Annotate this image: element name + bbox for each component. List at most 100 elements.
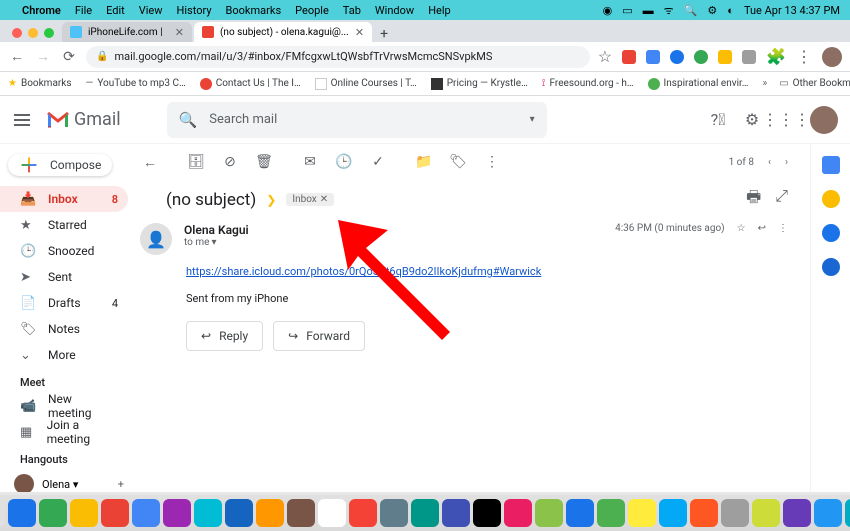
- dock-app-icon[interactable]: [845, 499, 850, 527]
- icloud-link[interactable]: https://share.icloud.com/photos/0rQoSTt6…: [186, 265, 541, 278]
- dock-app-icon[interactable]: [318, 499, 346, 527]
- prev-icon[interactable]: ‹: [768, 157, 771, 168]
- compose-button[interactable]: Compose: [8, 154, 112, 176]
- menu-history[interactable]: History: [177, 4, 212, 17]
- dock-app-icon[interactable]: [163, 499, 191, 527]
- close-window[interactable]: [12, 28, 22, 38]
- important-icon[interactable]: ❯: [266, 193, 276, 207]
- tasks-rail-icon[interactable]: [822, 224, 840, 242]
- to-line[interactable]: to me▾: [184, 237, 603, 248]
- reply-icon[interactable]: ↩: [758, 223, 766, 234]
- add-hangout-icon[interactable]: +: [118, 478, 124, 491]
- move-icon[interactable]: 📁: [416, 154, 432, 170]
- account-avatar[interactable]: [810, 106, 838, 134]
- menu-window[interactable]: Window: [375, 4, 414, 17]
- dock-app-icon[interactable]: [101, 499, 129, 527]
- rec-icon[interactable]: ◉: [603, 4, 613, 17]
- dock-app-icon[interactable]: [380, 499, 408, 527]
- ext-icon[interactable]: [622, 50, 636, 64]
- dock-app-icon[interactable]: [473, 499, 501, 527]
- next-icon[interactable]: ›: [785, 157, 788, 168]
- battery-icon[interactable]: ▬: [643, 4, 654, 17]
- dock-app-icon[interactable]: [783, 499, 811, 527]
- more-icon[interactable]: ⋮: [484, 154, 500, 170]
- menu-edit[interactable]: Edit: [106, 4, 125, 17]
- hamburger-icon[interactable]: [8, 106, 36, 134]
- dock-app-icon[interactable]: [225, 499, 253, 527]
- bm-other[interactable]: ▭Other Bookmarks: [779, 78, 850, 89]
- bm-overflow[interactable]: »: [763, 78, 768, 89]
- inbox-chip[interactable]: Inbox✕: [286, 193, 334, 206]
- dock-app-icon[interactable]: [0, 499, 5, 527]
- delete-icon[interactable]: 🗑: [256, 154, 272, 170]
- archive-icon[interactable]: 🗄: [188, 154, 204, 170]
- wifi-icon[interactable]: ᯤ: [664, 3, 674, 18]
- menu-app[interactable]: Chrome: [22, 4, 61, 17]
- back-icon[interactable]: ←: [142, 154, 158, 170]
- dock-app-icon[interactable]: [721, 499, 749, 527]
- sidebar-item-starred[interactable]: ★Starred: [0, 212, 128, 238]
- bm-inspirational[interactable]: Inspirational envir…: [648, 78, 749, 90]
- dock-app-icon[interactable]: [659, 499, 687, 527]
- dock-app-icon[interactable]: [411, 499, 439, 527]
- menu-tab[interactable]: Tab: [343, 4, 361, 17]
- spam-icon[interactable]: ⊘: [222, 154, 238, 170]
- profile-avatar[interactable]: [822, 47, 842, 67]
- menu-help[interactable]: Help: [428, 4, 451, 17]
- dock-app-icon[interactable]: [287, 499, 315, 527]
- settings-icon[interactable]: ⚙: [742, 110, 762, 130]
- close-tab-icon[interactable]: ✕: [175, 26, 184, 39]
- sidebar-item-snoozed[interactable]: 🕒Snoozed: [0, 238, 128, 264]
- dock-app-icon[interactable]: [39, 499, 67, 527]
- snooze-icon[interactable]: 🕒: [336, 154, 352, 170]
- dock-app-icon[interactable]: [690, 499, 718, 527]
- new-tab-button[interactable]: +: [374, 26, 394, 42]
- dock-app-icon[interactable]: [194, 499, 222, 527]
- star-icon[interactable]: ☆: [598, 47, 612, 66]
- url-field[interactable]: 🔒 mail.google.com/mail/u/3/#inbox/FMfcgx…: [86, 46, 590, 68]
- control-center-icon[interactable]: ⚙: [707, 4, 717, 17]
- bm-courses[interactable]: Online Courses | T…: [315, 78, 417, 90]
- reply-button[interactable]: ↩Reply: [186, 321, 263, 351]
- dock-app-icon[interactable]: [349, 499, 377, 527]
- siri-icon[interactable]: ◐: [727, 4, 734, 17]
- minimize-window[interactable]: [28, 28, 38, 38]
- search-icon[interactable]: 🔍: [684, 4, 698, 17]
- chrome-menu-icon[interactable]: ⋮: [796, 47, 812, 66]
- bm-bookmarks[interactable]: ★Bookmarks: [8, 78, 72, 89]
- menu-view[interactable]: View: [139, 4, 163, 17]
- menu-people[interactable]: People: [295, 4, 329, 17]
- contacts-icon[interactable]: [822, 258, 840, 276]
- bm-contact[interactable]: Contact Us | The I…: [200, 78, 301, 90]
- gmail-logo[interactable]: Gmail: [46, 109, 121, 130]
- meet-join-a-meeting[interactable]: ▦Join a meeting: [0, 419, 128, 445]
- sidebar-item-sent[interactable]: ➤Sent: [0, 264, 128, 290]
- dock-app-icon[interactable]: [132, 499, 160, 527]
- reload-button[interactable]: ⟳: [60, 48, 78, 66]
- ext-icon[interactable]: [694, 50, 708, 64]
- menu-bookmarks[interactable]: Bookmarks: [226, 4, 282, 17]
- dock-app-icon[interactable]: [70, 499, 98, 527]
- dock-app-icon[interactable]: [256, 499, 284, 527]
- dock-app-icon[interactable]: [8, 499, 36, 527]
- clock-text[interactable]: Tue Apr 13 4:37 PM: [744, 4, 840, 17]
- menu-file[interactable]: File: [75, 4, 92, 17]
- msg-more-icon[interactable]: ⋮: [778, 223, 788, 234]
- tab-gmail[interactable]: (no subject) - olena.kagui@... ✕: [194, 22, 372, 42]
- tasks-icon[interactable]: ✓: [370, 154, 386, 170]
- tab-iphonelife[interactable]: iPhoneLife.com | ✕: [62, 22, 192, 42]
- star-icon[interactable]: ☆: [737, 223, 746, 234]
- extensions-icon[interactable]: 🧩: [766, 47, 786, 66]
- search-input[interactable]: 🔍 Search mail ▾: [167, 102, 547, 138]
- sidebar-item-notes[interactable]: 🏷Notes: [0, 316, 128, 342]
- forward-button[interactable]: ↪Forward: [273, 321, 365, 351]
- ext-icon[interactable]: [646, 50, 660, 64]
- bm-youtube[interactable]: —YouTube to mp3 C…: [86, 78, 186, 89]
- meet-new-meeting[interactable]: 📹New meeting: [0, 393, 128, 419]
- dock-app-icon[interactable]: [752, 499, 780, 527]
- unread-icon[interactable]: ✉: [302, 154, 318, 170]
- bm-freesound[interactable]: ⟟Freesound.org - h…: [542, 78, 634, 89]
- dock-app-icon[interactable]: [628, 499, 656, 527]
- sidebar-item-inbox[interactable]: 📥Inbox8: [0, 186, 128, 212]
- dock-app-icon[interactable]: [597, 499, 625, 527]
